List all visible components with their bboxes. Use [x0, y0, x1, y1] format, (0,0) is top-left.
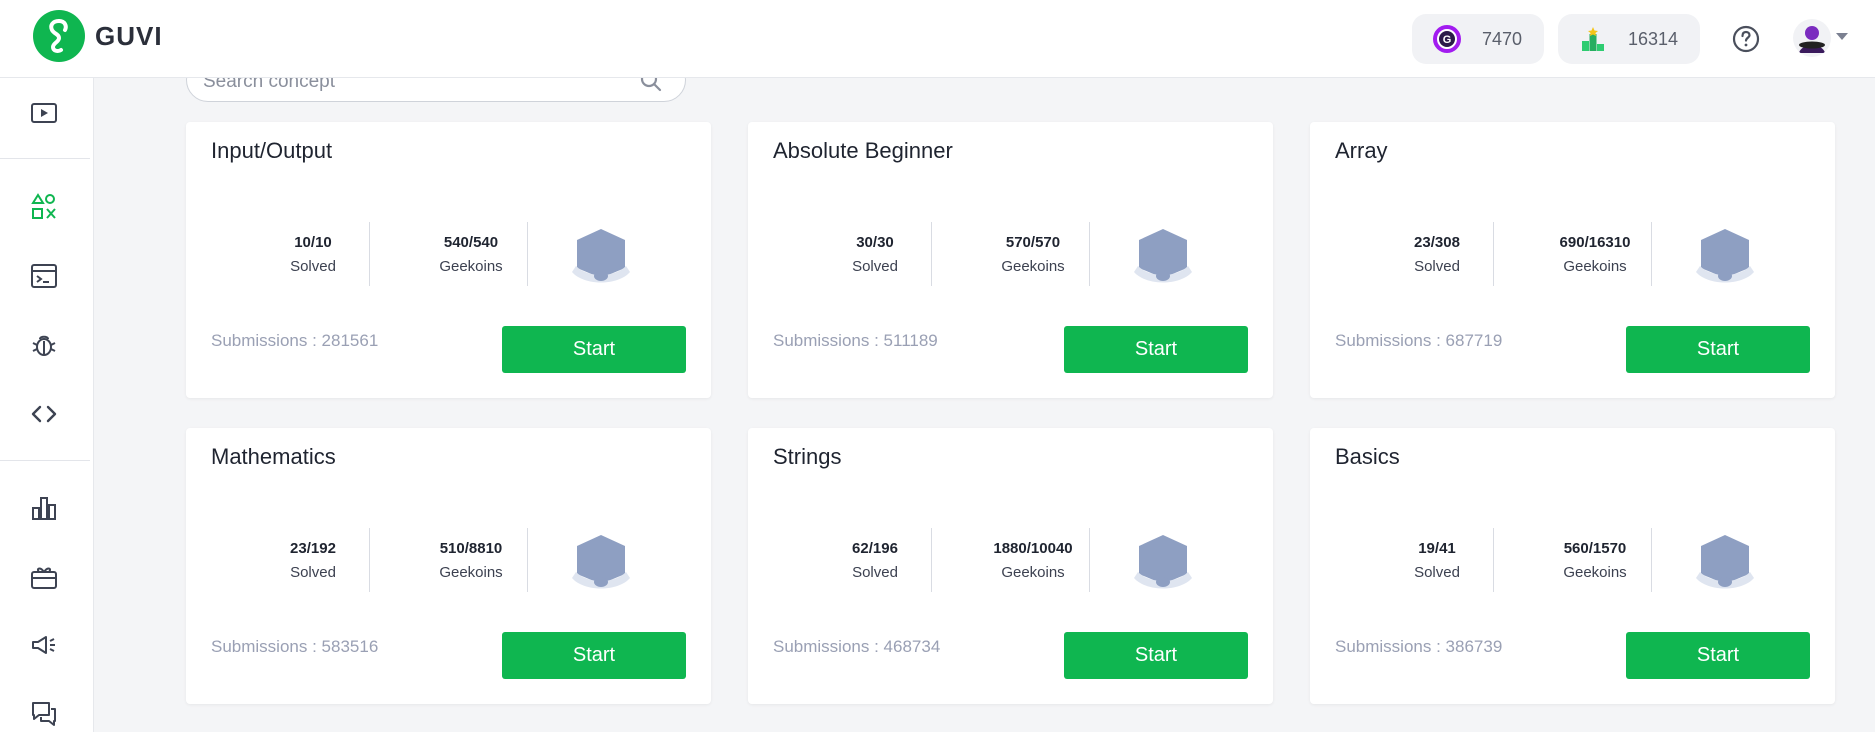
submissions-count: Submissions : 583516 — [211, 637, 379, 656]
rank-value: 16314 — [1627, 28, 1678, 49]
concept-card: Array 23/308 Solved 690/16310 Geekoins S… — [1310, 122, 1835, 398]
geekoins-counter[interactable]: G 7470 — [1412, 14, 1544, 64]
submissions-count: Submissions : 386739 — [1335, 637, 1503, 656]
megaphone-icon[interactable] — [28, 629, 60, 661]
guvi-logo[interactable]: GUVI — [33, 10, 163, 62]
top-header: GUVI G 7470 16314 — [0, 0, 1875, 78]
stat-divider — [931, 222, 932, 286]
rank-counter[interactable]: 16314 — [1558, 14, 1700, 64]
chart-icon[interactable] — [28, 492, 60, 524]
badge-icon — [568, 532, 634, 598]
stat-divider — [369, 528, 370, 592]
terminal-icon[interactable] — [28, 260, 60, 292]
stat-divider — [1089, 222, 1090, 286]
concept-card: Strings 62/196 Solved 1880/10040 Geekoin… — [748, 428, 1273, 704]
start-button[interactable]: Start — [502, 632, 686, 679]
badge-icon — [568, 226, 634, 292]
user-avatar[interactable] — [1793, 19, 1831, 57]
stat-divider — [527, 528, 528, 592]
start-button[interactable]: Start — [1064, 632, 1248, 679]
submissions-count: Submissions : 468734 — [773, 637, 941, 656]
leaderboard-icon — [1578, 24, 1608, 54]
start-button[interactable]: Start — [1626, 326, 1810, 373]
stat-divider — [1651, 528, 1652, 592]
sidebar-divider — [0, 460, 90, 461]
card-title: Input/Output — [211, 138, 333, 163]
geekoins-value: 7470 — [1481, 28, 1522, 49]
start-button[interactable]: Start — [1626, 632, 1810, 679]
card-title: Mathematics — [211, 444, 336, 469]
badge-icon — [1692, 532, 1758, 598]
submissions-count: Submissions : 687719 — [1335, 331, 1503, 350]
card-title: Basics — [1335, 444, 1400, 469]
stat-divider — [1493, 222, 1494, 286]
concept-card: Input/Output 10/10 Solved 540/540 Geekoi… — [186, 122, 711, 398]
concept-card: Basics 19/41 Solved 560/1570 Geekoins Su… — [1310, 428, 1835, 704]
code-icon[interactable] — [28, 398, 60, 430]
help-icon[interactable] — [1731, 24, 1761, 54]
chevron-down-icon[interactable] — [1836, 33, 1848, 40]
geekoin-icon: G — [1432, 24, 1462, 54]
sidebar — [0, 78, 94, 732]
gift-icon[interactable] — [28, 561, 60, 593]
svg-text:G: G — [1443, 34, 1452, 46]
bug-icon[interactable] — [28, 329, 60, 361]
badge-icon — [1130, 226, 1196, 292]
guvi-logo-icon — [33, 10, 85, 62]
stat-divider — [1651, 222, 1652, 286]
stat-divider — [1493, 528, 1494, 592]
card-title: Array — [1335, 138, 1388, 163]
shapes-icon[interactable] — [28, 191, 60, 223]
stat-divider — [1089, 528, 1090, 592]
chat-icon[interactable] — [28, 698, 60, 730]
stat-divider — [931, 528, 932, 592]
brand-name: GUVI — [95, 20, 163, 51]
submissions-count: Submissions : 511189 — [773, 331, 938, 350]
sidebar-divider — [0, 158, 90, 159]
badge-icon — [1130, 532, 1196, 598]
stat-divider — [527, 222, 528, 286]
start-button[interactable]: Start — [1064, 326, 1248, 373]
concept-card: Absolute Beginner 30/30 Solved 570/570 G… — [748, 122, 1273, 398]
start-button[interactable]: Start — [502, 326, 686, 373]
concept-card: Mathematics 23/192 Solved 510/8810 Geeko… — [186, 428, 711, 704]
stat-divider — [369, 222, 370, 286]
card-title: Absolute Beginner — [773, 138, 953, 163]
badge-icon — [1692, 226, 1758, 292]
submissions-count: Submissions : 281561 — [211, 331, 379, 350]
video-icon[interactable] — [28, 97, 60, 129]
card-title: Strings — [773, 444, 842, 469]
